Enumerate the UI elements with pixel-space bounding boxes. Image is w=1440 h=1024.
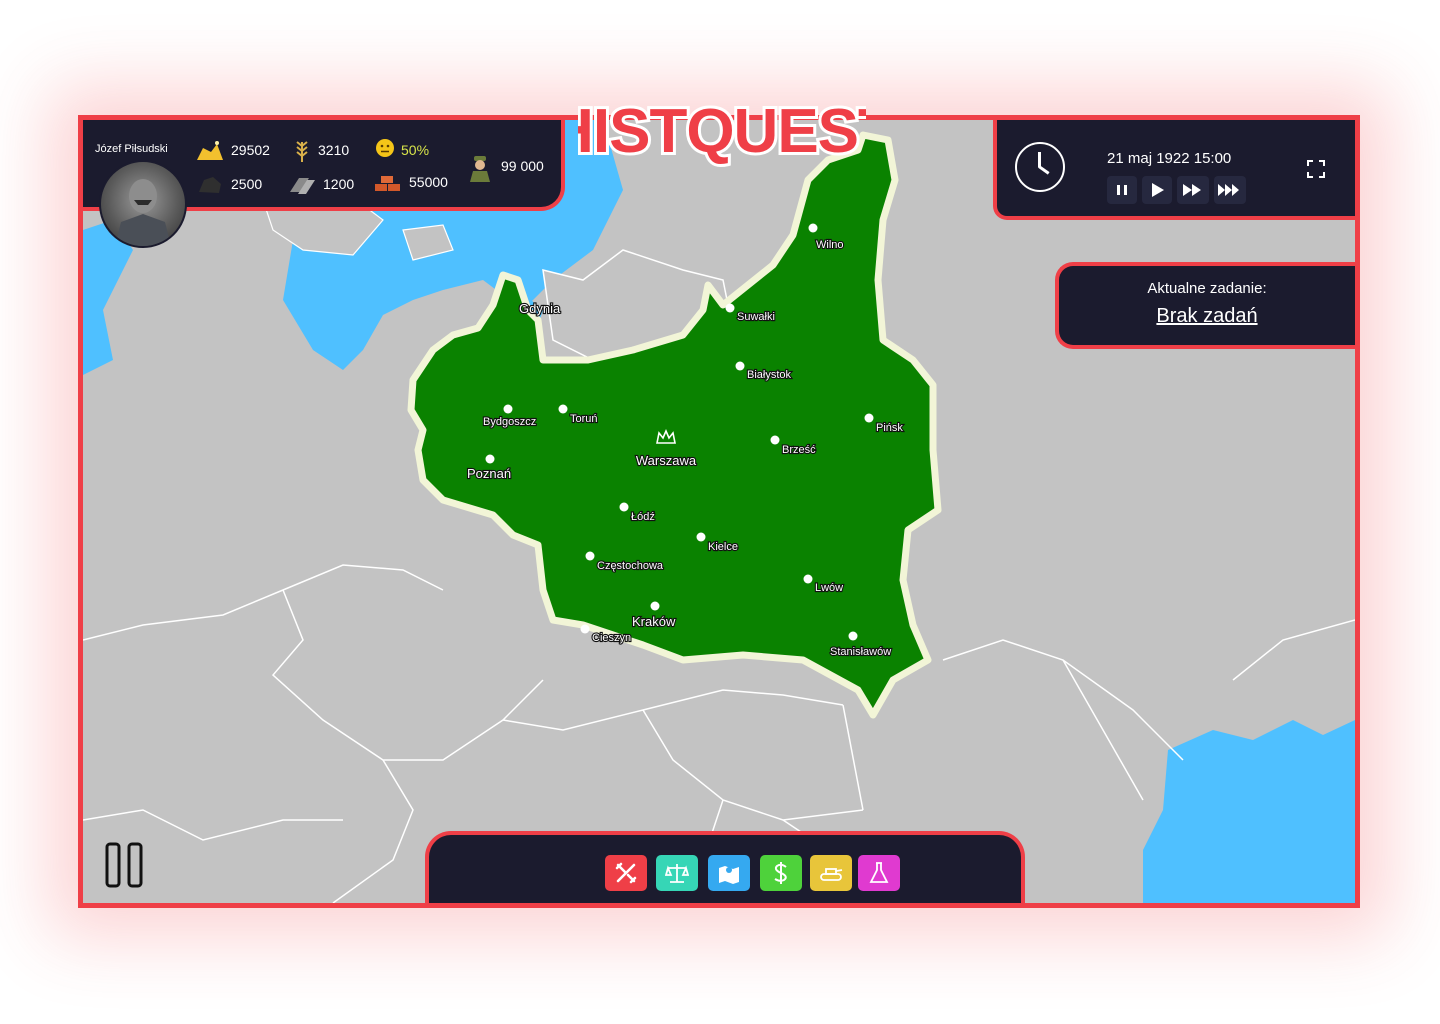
- map-button[interactable]: [708, 855, 750, 891]
- city-label[interactable]: Kraków: [631, 613, 677, 630]
- city-label[interactable]: Wilno: [815, 238, 845, 252]
- task-panel: Aktualne zadanie: Brak zadań: [1055, 262, 1355, 349]
- city-dot[interactable]: [725, 303, 735, 313]
- city-label[interactable]: Bydgoszcz: [482, 415, 537, 429]
- time-panel: 21 maj 1922 15:00: [993, 120, 1355, 220]
- neutral-face-icon: [375, 138, 395, 162]
- game-date: 21 maj 1922 15:00: [1107, 150, 1232, 167]
- soldier-icon: [465, 154, 495, 182]
- city-label[interactable]: Kielce: [707, 540, 739, 554]
- play-icon: [1152, 183, 1164, 197]
- city-dot[interactable]: [585, 551, 595, 561]
- city-label[interactable]: Suwałki: [736, 310, 776, 324]
- city-label[interactable]: Cieszyn: [591, 631, 632, 645]
- world-map[interactable]: Wilno Gdynia Suwałki Białystok Bydgoszcz Toru…: [83, 120, 1355, 903]
- resource-panel: Józef Piłsudski 29502 3210 50% 99 000 25…: [83, 120, 565, 248]
- menu-pause-button[interactable]: [105, 842, 145, 888]
- dollar-icon: [774, 862, 787, 884]
- tank-icon: [820, 868, 843, 881]
- happiness-value: 50%: [401, 142, 430, 158]
- logo-text: HISTQUEST: [578, 97, 866, 166]
- histquest-logo: HISTQUEST: [578, 94, 866, 169]
- iron-icon: [287, 172, 317, 196]
- city-label[interactable]: Toruń: [569, 412, 599, 426]
- fastest-speed-button[interactable]: [1214, 176, 1246, 204]
- city-label[interactable]: Lwów: [814, 581, 844, 595]
- diplomacy-button[interactable]: [656, 855, 698, 891]
- city-label[interactable]: Gdynia: [518, 300, 562, 317]
- leader-name: Józef Piłsudski: [95, 143, 168, 155]
- map-icon: [719, 866, 739, 884]
- bricks-icon: [373, 170, 403, 194]
- city-label[interactable]: Brześć: [781, 443, 817, 457]
- iron-value: 1200: [323, 176, 355, 192]
- city-dot[interactable]: [808, 223, 818, 233]
- city-dot[interactable]: [503, 404, 513, 414]
- city-label[interactable]: Pińsk: [875, 421, 905, 435]
- task-title: Aktualne zadanie:: [1147, 280, 1267, 297]
- gold-icon: [195, 138, 225, 162]
- leader-avatar: [115, 179, 171, 246]
- black-sea: [1143, 720, 1355, 903]
- city-label[interactable]: Poznań: [466, 465, 512, 482]
- action-panel: [425, 831, 1025, 903]
- fullscreen-icon[interactable]: [1307, 160, 1325, 178]
- game-frame: Wilno Gdynia Suwałki Białystok Bydgoszcz Toru…: [78, 115, 1360, 908]
- build-button[interactable]: [605, 855, 647, 891]
- pause-icon: [1117, 185, 1127, 195]
- city-dot[interactable]: [580, 624, 590, 634]
- coal-resource[interactable]: 2500: [195, 172, 262, 196]
- wheat-resource[interactable]: 3210: [292, 138, 349, 162]
- city-dot[interactable]: [735, 361, 745, 371]
- city-dot[interactable]: [864, 413, 874, 423]
- scales-icon: [665, 864, 689, 883]
- bricks-value: 55000: [409, 174, 448, 190]
- iron-resource[interactable]: 1200: [287, 172, 354, 196]
- fast-speed-button[interactable]: [1177, 176, 1209, 204]
- pause-icon: [105, 842, 143, 888]
- task-link[interactable]: Brak zadań: [1059, 305, 1355, 328]
- city-dot[interactable]: [485, 454, 495, 464]
- coal-value: 2500: [231, 176, 263, 192]
- play-speed-button[interactable]: [1142, 176, 1172, 204]
- soldiers-resource[interactable]: 99 000: [465, 154, 544, 182]
- economy-button[interactable]: [760, 855, 802, 891]
- city-label[interactable]: Stanisławów: [829, 645, 892, 659]
- gold-resource[interactable]: 29502: [195, 138, 270, 162]
- leader-portrait[interactable]: [99, 160, 187, 248]
- fast-forward-icon: [1183, 184, 1201, 196]
- city-label[interactable]: Częstochowa: [596, 559, 665, 573]
- pause-speed-button[interactable]: [1107, 176, 1137, 204]
- army-button[interactable]: [810, 855, 852, 891]
- research-button[interactable]: [858, 855, 900, 891]
- city-dot[interactable]: [696, 532, 706, 542]
- flask-icon: [869, 862, 889, 883]
- clock-icon: [1015, 142, 1065, 192]
- wheat-value: 3210: [318, 142, 350, 158]
- city-label[interactable]: Białystok: [746, 368, 793, 382]
- fastest-forward-icon: [1218, 184, 1239, 196]
- capital-label: Warszawa: [636, 453, 697, 468]
- wheat-icon: [292, 138, 312, 162]
- city-dot[interactable]: [619, 502, 629, 512]
- city-dot[interactable]: [558, 404, 568, 414]
- city-dot[interactable]: [650, 601, 660, 611]
- soldiers-value: 99 000: [501, 158, 544, 174]
- gold-value: 29502: [231, 142, 270, 158]
- coal-icon: [195, 172, 225, 196]
- city-label[interactable]: Łódź: [630, 510, 656, 524]
- city-dot[interactable]: [848, 631, 858, 641]
- city-dot[interactable]: [770, 435, 780, 445]
- bricks-resource[interactable]: 55000: [373, 170, 448, 194]
- happiness-resource[interactable]: 50%: [375, 138, 429, 162]
- city-dot[interactable]: [803, 574, 813, 584]
- tools-icon: [615, 862, 637, 884]
